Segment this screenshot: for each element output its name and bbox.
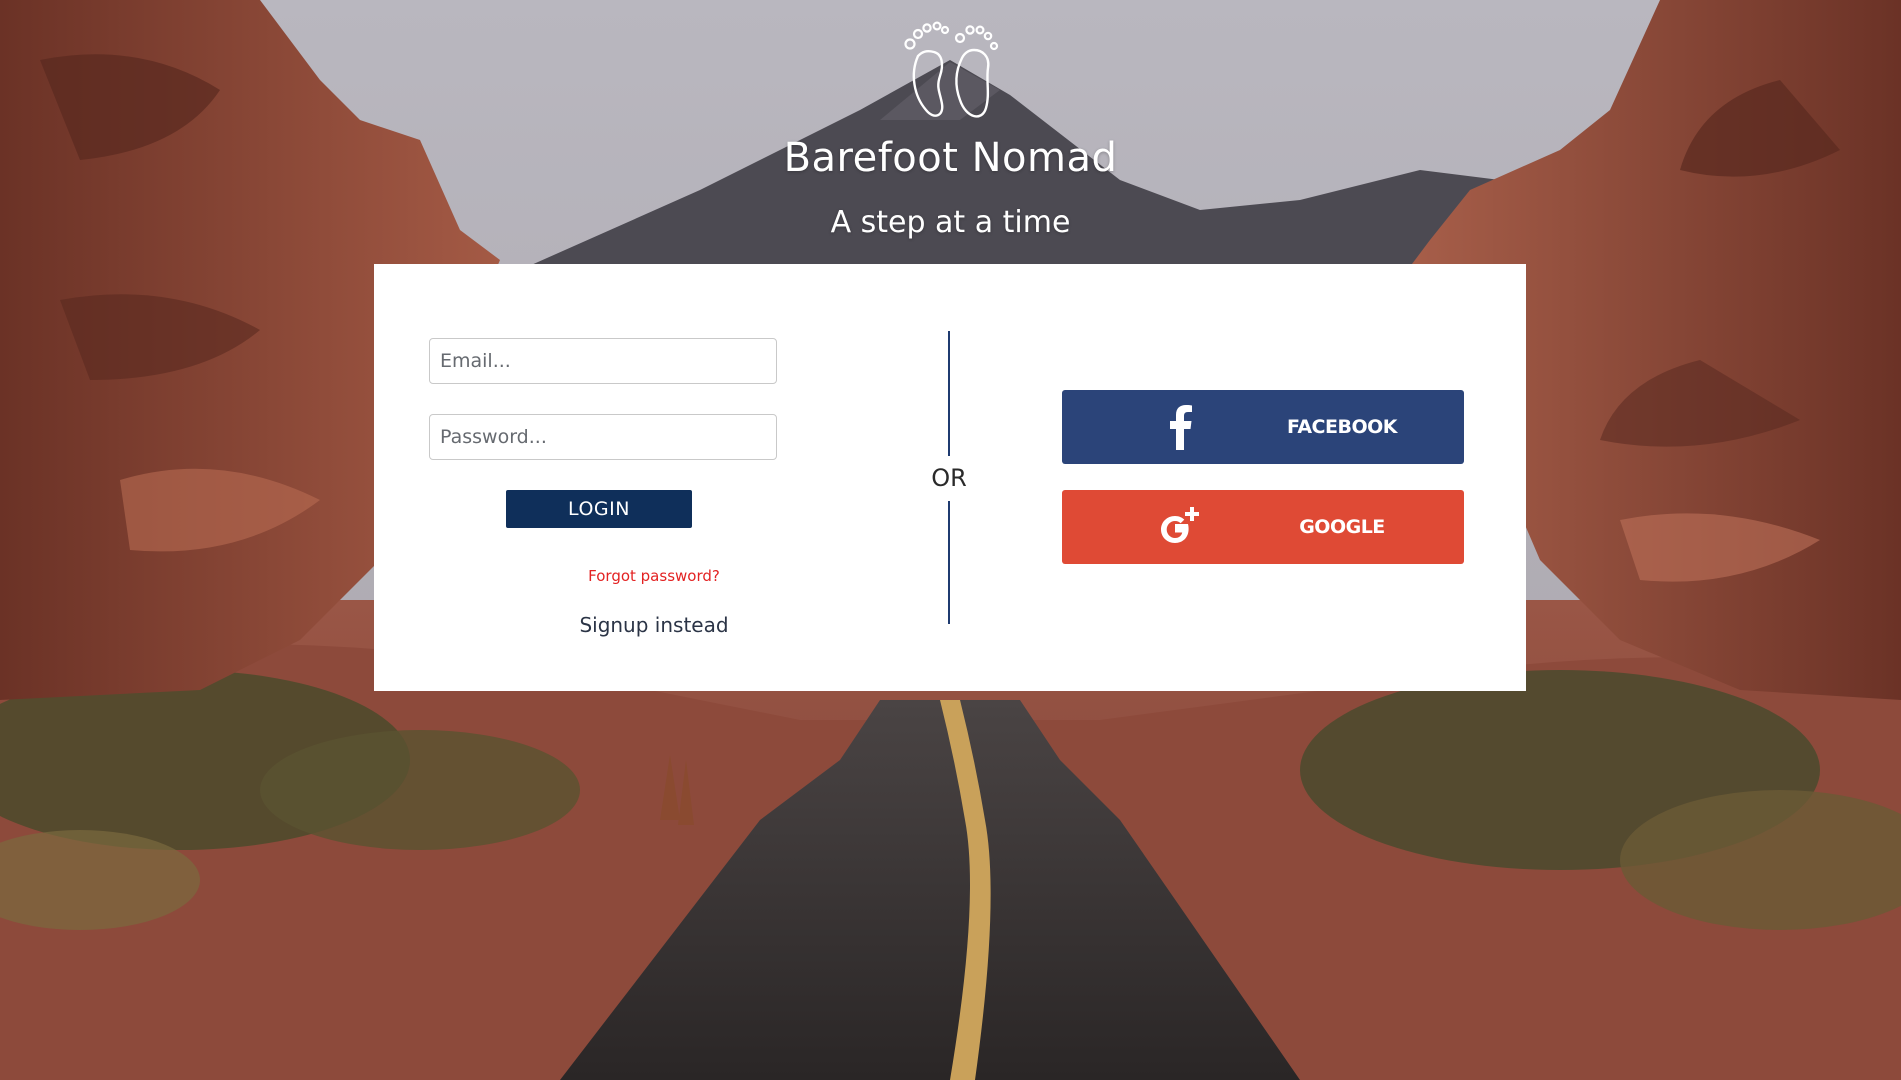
login-card: LOGIN Forgot password? Signup instead OR… — [374, 264, 1526, 691]
google-plus-icon — [1161, 507, 1199, 543]
or-separator: OR — [931, 464, 967, 492]
login-page: Barefoot Nomad A step at a time LOGIN Fo… — [0, 0, 1901, 1080]
google-label: GOOGLE — [1299, 516, 1385, 538]
divider-top — [948, 331, 950, 456]
signup-link[interactable]: Signup instead — [504, 613, 804, 637]
google-login-button[interactable]: GOOGLE — [1062, 490, 1464, 564]
divider-bottom — [948, 501, 950, 624]
forgot-password-link[interactable]: Forgot password? — [504, 567, 804, 585]
footprints-icon — [904, 21, 999, 118]
app-tagline: A step at a time — [830, 205, 1071, 240]
login-button[interactable]: LOGIN — [506, 490, 692, 528]
email-field[interactable] — [429, 338, 777, 384]
facebook-label: FACEBOOK — [1287, 416, 1397, 438]
facebook-icon — [1170, 405, 1192, 450]
facebook-login-button[interactable]: FACEBOOK — [1062, 390, 1464, 464]
password-field[interactable] — [429, 414, 777, 460]
app-title: Barefoot Nomad — [783, 135, 1118, 181]
